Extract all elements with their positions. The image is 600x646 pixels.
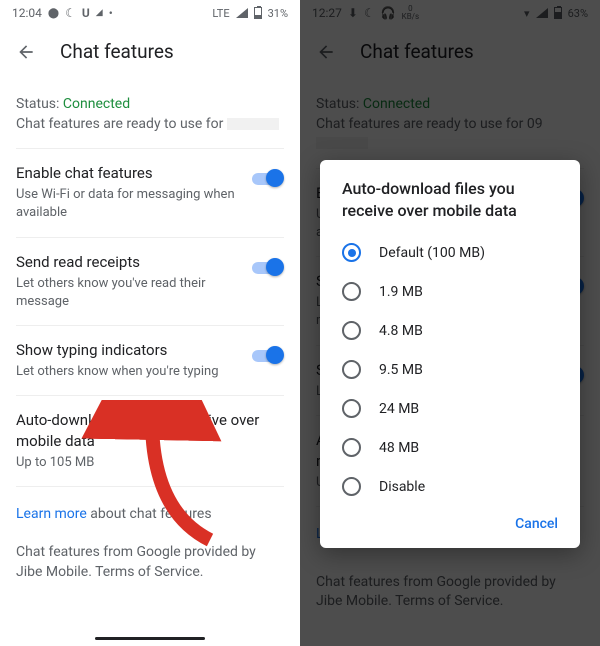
radio-icon[interactable] bbox=[342, 321, 361, 340]
setting-title: Send read receipts bbox=[16, 252, 238, 273]
carrier-icon: ◢ bbox=[96, 8, 103, 18]
setting-sub: Up to 105 MB bbox=[16, 454, 284, 472]
radio-icon[interactable] bbox=[342, 282, 361, 301]
option-label: 9.5 MB bbox=[379, 362, 423, 378]
option-disable[interactable]: Disable bbox=[328, 467, 572, 506]
learn-link[interactable]: Learn more bbox=[16, 506, 87, 522]
cancel-button[interactable]: Cancel bbox=[515, 516, 558, 532]
dot-icon: • bbox=[109, 6, 113, 20]
status-bar: 12:04 ⬤ ☾ U ◢ • LTE 31% bbox=[0, 0, 300, 26]
setting-enable-chat[interactable]: Enable chat features Use Wi-Fi or data f… bbox=[16, 149, 284, 237]
radio-icon[interactable] bbox=[342, 399, 361, 418]
radio-icon[interactable] bbox=[342, 243, 361, 262]
redacted-number bbox=[227, 118, 279, 130]
u-icon: U bbox=[82, 6, 90, 20]
clock: 12:04 bbox=[12, 6, 42, 20]
status-block: Status: Connected Chat features are read… bbox=[16, 81, 284, 149]
option-label: 1.9 MB bbox=[379, 284, 423, 300]
learn-more-row[interactable]: Learn more about chat features bbox=[16, 487, 284, 539]
option-label: 24 MB bbox=[379, 401, 419, 417]
moon-icon: ☾ bbox=[65, 6, 76, 20]
setting-title: Show typing indicators bbox=[16, 340, 238, 361]
battery-icon bbox=[254, 7, 262, 19]
toggle-switch[interactable] bbox=[250, 169, 284, 187]
vpn-icon: ⬤ bbox=[48, 8, 59, 19]
option-label: 4.8 MB bbox=[379, 323, 423, 339]
learn-rest: about chat features bbox=[87, 506, 212, 522]
toggle-switch[interactable] bbox=[250, 258, 284, 276]
option-label: Disable bbox=[379, 479, 425, 495]
phone-left: 12:04 ⬤ ☾ U ◢ • LTE 31% Chat features St… bbox=[0, 0, 300, 646]
dialog-title: Auto-download files you receive over mob… bbox=[328, 178, 572, 233]
back-icon[interactable] bbox=[16, 42, 36, 62]
option-48mb[interactable]: 48 MB bbox=[328, 428, 572, 467]
page-header: Chat features bbox=[0, 26, 300, 81]
setting-sub: Use Wi-Fi or data for messaging when ava… bbox=[16, 186, 238, 222]
content: Status: Connected Chat features are read… bbox=[0, 81, 300, 596]
status-desc: Chat features are ready to use for bbox=[16, 116, 223, 132]
battery-label: 31% bbox=[268, 7, 288, 20]
option-9-5mb[interactable]: 9.5 MB bbox=[328, 350, 572, 389]
status-label: Status: bbox=[16, 96, 59, 112]
option-1-9mb[interactable]: 1.9 MB bbox=[328, 272, 572, 311]
setting-read-receipts[interactable]: Send read receipts Let others know you'v… bbox=[16, 238, 284, 326]
toggle-switch[interactable] bbox=[250, 346, 284, 364]
setting-title: Auto-download files you receive over mob… bbox=[16, 410, 284, 452]
setting-sub: Let others know you've read their messag… bbox=[16, 275, 238, 311]
option-4-8mb[interactable]: 4.8 MB bbox=[328, 311, 572, 350]
setting-auto-download[interactable]: Auto-download files you receive over mob… bbox=[16, 396, 284, 487]
network-label: LTE bbox=[212, 7, 229, 20]
auto-download-dialog: Auto-download files you receive over mob… bbox=[320, 160, 580, 548]
footer-text: Chat features from Google provided by Ji… bbox=[16, 539, 284, 596]
radio-icon[interactable] bbox=[342, 477, 361, 496]
option-24mb[interactable]: 24 MB bbox=[328, 389, 572, 428]
signal-icon bbox=[236, 8, 248, 18]
option-label: Default (100 MB) bbox=[379, 245, 485, 261]
home-indicator[interactable] bbox=[95, 637, 205, 640]
status-value: Connected bbox=[63, 96, 130, 112]
phone-right: 12:27 ⬇ ☾ 🎧 0KB/s ▾ 63% Chat features bbox=[300, 0, 600, 646]
radio-icon[interactable] bbox=[342, 438, 361, 457]
setting-sub: Let others know when you're typing bbox=[16, 363, 238, 381]
page-title: Chat features bbox=[60, 40, 174, 63]
radio-icon[interactable] bbox=[342, 360, 361, 379]
setting-title: Enable chat features bbox=[16, 163, 238, 184]
option-label: 48 MB bbox=[379, 440, 419, 456]
setting-typing-indicators[interactable]: Show typing indicators Let others know w… bbox=[16, 326, 284, 396]
option-default[interactable]: Default (100 MB) bbox=[328, 233, 572, 272]
